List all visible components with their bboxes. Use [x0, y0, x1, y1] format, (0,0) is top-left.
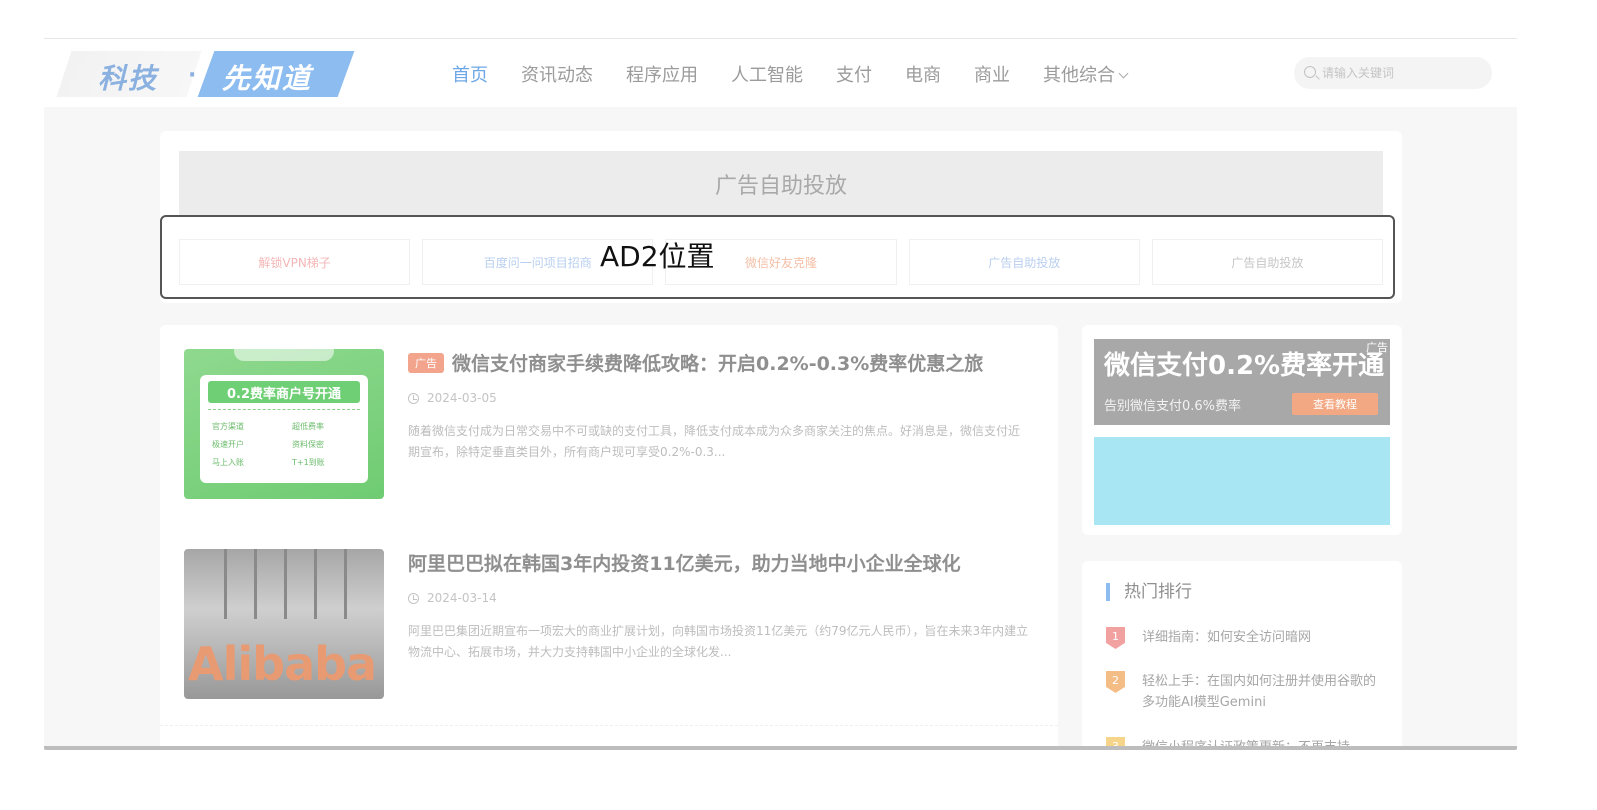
- thumb-card-title: 0.2费率商户号开通: [208, 381, 360, 403]
- thumb-feature: 极速开户: [212, 440, 244, 449]
- rank-badge: 2: [1106, 671, 1125, 693]
- article-item[interactable]: 0.2费率商户号开通 官方渠道 超低费率 极速开户 资料保密 马上入账 T+1到…: [184, 349, 1034, 501]
- chevron-down-icon: [1118, 68, 1129, 79]
- ad-badge: 广告: [408, 353, 444, 373]
- view-tutorial-button[interactable]: 查看教程: [1292, 393, 1378, 415]
- search-box: [1294, 57, 1492, 89]
- ad2-position-highlight: AD2位置: [160, 215, 1395, 299]
- logo-text-xianzhidao: 先知道: [222, 62, 313, 95]
- hot-ranking-panel: 热门排行 1 详细指南：如何安全访问暗网 2 轻松上手：在国内如何注册并使用谷歌…: [1082, 561, 1402, 750]
- browser-viewport: 科技 · 先知道 首页 资讯动态 程序应用 人工智能 支付 电商 商业 其他综合…: [44, 38, 1517, 750]
- thumb-card-divider: [208, 409, 360, 410]
- thumb-feature: T+1到账: [292, 458, 325, 467]
- sidebar-ad-title: 微信支付0.2%费率开通: [1104, 351, 1385, 381]
- hot-ranking-text: 轻松上手：在国内如何注册并使用谷歌的多功能AI模型Gemini: [1142, 674, 1377, 710]
- article-excerpt: 随着微信支付成为日常交易中不可或缺的支付工具，降低支付成本成为众多商家关注的焦点…: [408, 424, 1021, 459]
- thumb-feature: 马上入账: [212, 458, 244, 467]
- article-date: 2024-03-14: [408, 591, 497, 605]
- article-item[interactable]: Alibaba 阿里巴巴拟在韩国3年内投资11亿美元，助力当地中小企业全球化 2…: [184, 549, 1034, 701]
- ad-banner-self-service[interactable]: 广告自助投放: [179, 151, 1383, 217]
- clock-icon: [408, 592, 419, 604]
- sidebar-ad-subtitle: 告别微信支付0.6%费率: [1104, 399, 1242, 414]
- article-date: 2024-03-05: [408, 391, 497, 405]
- article-title[interactable]: 阿里巴巴拟在韩国3年内投资11亿美元，助力当地中小企业全球化: [408, 549, 961, 576]
- nav-item-payment[interactable]: 支付: [836, 61, 872, 87]
- thumb-window-bar: [284, 549, 287, 619]
- site-header: 科技 · 先知道 首页 资讯动态 程序应用 人工智能 支付 电商 商业 其他综合: [44, 39, 1517, 107]
- sidebar-ad: 广告 微信支付0.2%费率开通 告别微信支付0.6%费率 查看教程: [1082, 325, 1402, 535]
- article-excerpt: 阿里巴巴集团近期宣布一项宏大的商业扩展计划，向韩国市场投资11亿美元（约79亿元…: [408, 624, 1029, 659]
- search-input[interactable]: [1322, 57, 1482, 89]
- thumb-card: 0.2费率商户号开通 官方渠道 超低费率 极速开户 资料保密 马上入账 T+1到…: [200, 375, 368, 483]
- article-title-text: 微信支付商家手续费降低攻略：开启0.2%-0.3%费率优惠之旅: [452, 353, 984, 375]
- sidebar-ad-banner[interactable]: 广告 微信支付0.2%费率开通 告别微信支付0.6%费率 查看教程: [1094, 339, 1390, 425]
- logo-text-keji: 科技: [98, 62, 159, 95]
- alibaba-logo-text: Alibaba: [188, 637, 377, 691]
- thumb-window-bar: [224, 549, 227, 619]
- logo-dot: ·: [188, 63, 197, 88]
- thumb-feature: 超低费率: [292, 422, 324, 431]
- article-date-text: 2024-03-05: [427, 391, 497, 405]
- rank-badge: 1: [1106, 627, 1125, 649]
- site-logo[interactable]: 科技 · 先知道: [56, 47, 394, 103]
- article-thumbnail-wechat-pay[interactable]: 0.2费率商户号开通 官方渠道 超低费率 极速开户 资料保密 马上入账 T+1到…: [184, 349, 384, 499]
- search-icon[interactable]: [1304, 66, 1316, 78]
- thumb-window-bar: [314, 549, 317, 619]
- nav-item-business[interactable]: 商业: [974, 61, 1010, 87]
- nav-item-news[interactable]: 资讯动态: [521, 61, 593, 87]
- article-thumbnail-alibaba[interactable]: Alibaba: [184, 549, 384, 699]
- article-divider: [160, 725, 1058, 726]
- thumb-feature: 资料保密: [292, 440, 324, 449]
- thumb-window-bar: [344, 549, 347, 619]
- nav-item-apps[interactable]: 程序应用: [626, 61, 698, 87]
- article-date-text: 2024-03-14: [427, 591, 497, 605]
- nav-item-ai[interactable]: 人工智能: [731, 61, 803, 87]
- nav-item-ecommerce[interactable]: 电商: [905, 61, 941, 87]
- thumb-top-tab: [234, 349, 334, 361]
- thumb-window-bar: [254, 549, 257, 619]
- article-title[interactable]: 广告 微信支付商家手续费降低攻略：开启0.2%-0.3%费率优惠之旅: [408, 349, 983, 376]
- nav-item-other[interactable]: 其他综合: [1043, 61, 1129, 87]
- clock-icon: [408, 392, 419, 404]
- main-nav: 首页 资讯动态 程序应用 人工智能 支付 电商 商业 其他综合: [452, 61, 1160, 87]
- thumb-feature: 官方渠道: [212, 422, 244, 431]
- ad2-position-label: AD2位置: [600, 240, 715, 273]
- hot-ranking-title: 热门排行: [1106, 583, 1192, 601]
- sidebar-ad-placeholder[interactable]: [1094, 437, 1390, 525]
- hot-ranking-text: 详细指南：如何安全访问暗网: [1142, 630, 1312, 645]
- nav-item-home[interactable]: 首页: [452, 61, 488, 87]
- viewport-bottom-edge: [44, 746, 1517, 750]
- article-list: 0.2费率商户号开通 官方渠道 超低费率 极速开户 资料保密 马上入账 T+1到…: [160, 325, 1058, 750]
- nav-item-other-label: 其他综合: [1043, 65, 1115, 86]
